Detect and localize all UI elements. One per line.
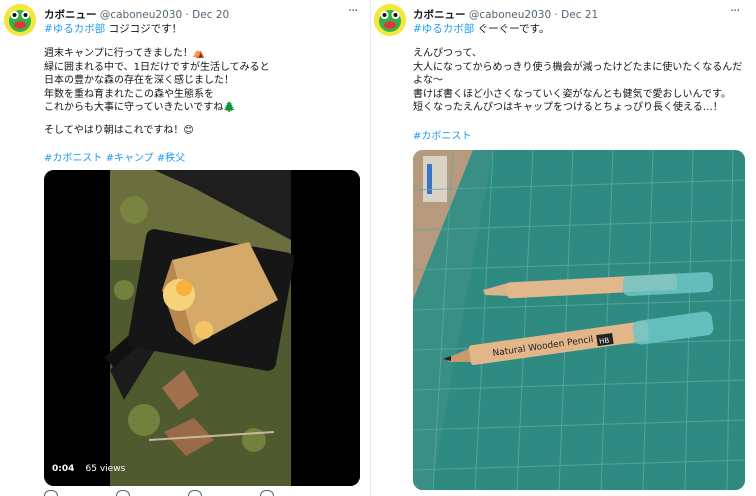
- avatar[interactable]: [374, 4, 406, 36]
- action-bar: [44, 490, 344, 496]
- frog-logo-icon: [374, 4, 406, 36]
- frog-logo-icon: [4, 4, 36, 36]
- tweet-body-line: 年数を重ね育まれたこの森や生態系を: [44, 88, 214, 100]
- tweet-first-line: #ゆるカボ部 ぐーぐーです。: [413, 21, 549, 36]
- tweet-header: カボニュー @caboneu2030 · Dec 21: [413, 7, 598, 22]
- video-player[interactable]: [44, 170, 360, 486]
- handle[interactable]: @caboneu2030: [100, 9, 182, 21]
- video-time: 0:04: [52, 464, 75, 474]
- tweet-right[interactable]: カボニュー @caboneu2030 · Dec 21 ··· #ゆるカボ部 ぐ…: [371, 0, 756, 496]
- hashtag-link[interactable]: #キャンプ: [106, 153, 154, 164]
- retweet-icon[interactable]: [116, 490, 130, 496]
- tweet-body-line: そしてやはり朝はこれですね！😊: [44, 125, 194, 136]
- tweet-body-line: 日本の豊かな森の存在を深く感じました！: [44, 75, 234, 86]
- reply-icon[interactable]: [44, 490, 58, 496]
- tweet-date[interactable]: Dec 20: [192, 9, 229, 21]
- video-overlay-info: 0:04 65 views: [52, 464, 133, 474]
- display-name[interactable]: カボニュー: [44, 9, 97, 21]
- tag-row: #カボニスト: [413, 127, 471, 142]
- avatar[interactable]: [4, 4, 36, 36]
- separator: ·: [554, 9, 558, 21]
- tweet-body-line: 書けば書くほど小さくなっていく姿がなんとも健気で愛おしいんです。: [413, 88, 731, 100]
- tweet-photo[interactable]: Natural Wooden Pencil HB: [413, 150, 745, 490]
- hashtag-link[interactable]: #ゆるカボ部: [413, 23, 474, 35]
- video-frame: [44, 170, 360, 486]
- tweet-first-line: #ゆるカボ部 コジコジです！: [44, 21, 182, 36]
- tweet-body-line: これからも大事に守っていきたいですね🌲: [44, 102, 236, 113]
- intro-text: コジコジです！: [108, 23, 183, 35]
- more-horizontal-icon[interactable]: ···: [348, 4, 358, 19]
- handle[interactable]: @caboneu2030: [469, 9, 551, 21]
- tweet-body-line: 大人になってからめっきり使う機会が減ったけどたまに使いたくなるんだ: [413, 61, 743, 73]
- video-views: 65 views: [85, 464, 126, 474]
- tag-row: #カボニスト #キャンプ #秩父: [44, 149, 185, 164]
- intro-text: ぐーぐーです。: [477, 23, 550, 35]
- pencil-grade: HB: [599, 336, 610, 345]
- tweet-body-line: えんぴつって、: [413, 48, 482, 59]
- tweet-body-line: 短くなったえんぴつはキャップをつけるとちょっぴり長く使える…！: [413, 102, 723, 113]
- display-name[interactable]: カボニュー: [413, 9, 466, 21]
- hashtag-link[interactable]: #カボニスト: [44, 153, 102, 164]
- pencil-photo: Natural Wooden Pencil HB: [413, 150, 745, 490]
- like-icon[interactable]: [188, 490, 202, 496]
- hashtag-link[interactable]: #秩父: [157, 153, 185, 164]
- more-horizontal-icon[interactable]: ···: [730, 4, 740, 19]
- tweet-date[interactable]: Dec 21: [561, 9, 598, 21]
- tweet-header: カボニュー @caboneu2030 · Dec 20: [44, 7, 229, 22]
- tweet-body-line: よな〜: [413, 75, 443, 86]
- tweet-left[interactable]: カボニュー @caboneu2030 · Dec 20 ··· #ゆるカボ部 コ…: [0, 0, 370, 496]
- separator: ·: [185, 9, 189, 21]
- tweet-body-line: 緑に囲まれる中で、1日だけですが生活してみると: [44, 61, 270, 73]
- hashtag-link[interactable]: #カボニスト: [413, 131, 471, 142]
- tweet-body-line: 週末キャンプに行ってきました！⛺: [44, 48, 206, 59]
- hashtag-link[interactable]: #ゆるカボ部: [44, 23, 105, 35]
- share-icon[interactable]: [260, 490, 274, 496]
